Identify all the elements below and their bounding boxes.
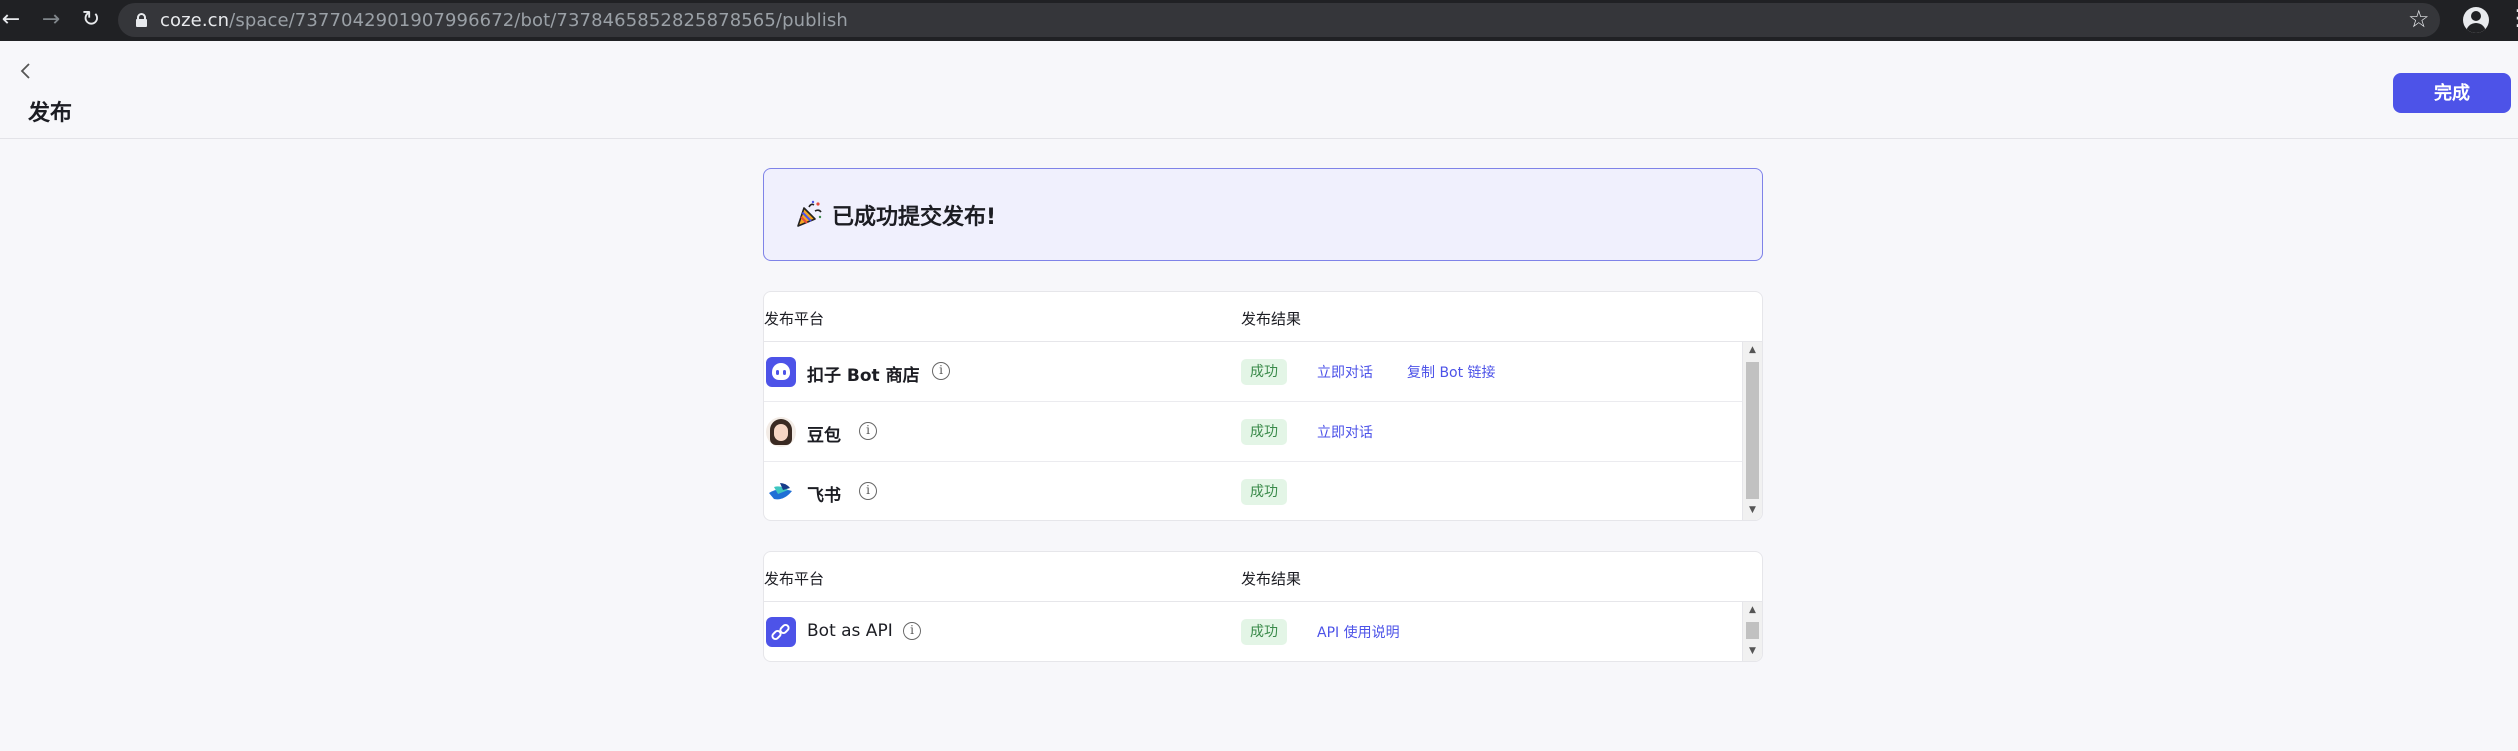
- api-docs-link[interactable]: API 使用说明: [1317, 622, 1400, 642]
- scroll-up-arrow-icon[interactable]: ▲: [1743, 345, 1762, 355]
- url-path: /space/7377042901907996672/bot/737846585…: [229, 10, 848, 31]
- lock-icon: [136, 13, 147, 27]
- api-platform-table: 发布平台 发布结果 Bot as API i 成功 API 使用说明 ▲ ▼: [763, 551, 1763, 662]
- table-header: 发布平台 发布结果: [764, 292, 1762, 342]
- table-row: 豆包 i 成功 立即对话: [764, 402, 1744, 462]
- url-host: coze.cn: [160, 10, 230, 31]
- table-header: 发布平台 发布结果: [764, 552, 1762, 602]
- forward-arrow-icon[interactable]: →: [38, 7, 64, 33]
- info-icon[interactable]: i: [859, 422, 877, 440]
- scrollbar-thumb[interactable]: [1746, 622, 1759, 639]
- page-title: 发布: [28, 101, 73, 126]
- vertical-scrollbar[interactable]: ▲ ▼: [1742, 602, 1762, 661]
- table-row: 扣子 Bot 商店 i 成功 立即对话 复制 Bot 链接: [764, 342, 1744, 402]
- info-icon[interactable]: i: [903, 622, 921, 640]
- copy-bot-link[interactable]: 复制 Bot 链接: [1407, 362, 1496, 382]
- chat-now-link[interactable]: 立即对话: [1317, 362, 1373, 382]
- browser-menu-icon[interactable]: ⋮: [2507, 6, 2518, 31]
- platform-name: 扣子 Bot 商店: [807, 366, 920, 386]
- vertical-scrollbar[interactable]: ▲ ▼: [1742, 342, 1762, 520]
- platform-name: 飞书: [807, 486, 841, 506]
- banner-message: 已成功提交发布!: [832, 205, 997, 230]
- doubao-avatar-icon: [766, 417, 796, 447]
- page-header: 发布 完成: [0, 41, 2518, 139]
- scroll-up-arrow-icon[interactable]: ▲: [1743, 605, 1762, 615]
- column-header-platform: 发布平台: [764, 310, 825, 328]
- back-chevron-icon[interactable]: [16, 61, 40, 85]
- status-badge: 成功: [1241, 479, 1287, 505]
- back-arrow-icon[interactable]: ←: [0, 7, 24, 33]
- status-badge: 成功: [1241, 419, 1287, 445]
- success-banner: 已成功提交发布!: [763, 168, 1763, 261]
- info-icon[interactable]: i: [859, 482, 877, 500]
- table-row: Bot as API i 成功 API 使用说明: [764, 602, 1744, 661]
- scroll-down-arrow-icon[interactable]: ▼: [1743, 646, 1762, 656]
- info-icon[interactable]: i: [932, 362, 950, 380]
- url-text[interactable]: coze.cn/space/7377042901907996672/bot/73…: [160, 10, 848, 31]
- browser-toolbar: ← → ↻ coze.cn/space/7377042901907996672/…: [0, 0, 2518, 41]
- platform-name: 豆包: [807, 426, 841, 446]
- address-bar[interactable]: coze.cn/space/7377042901907996672/bot/73…: [118, 3, 2440, 37]
- done-button[interactable]: 完成: [2393, 73, 2511, 113]
- profile-avatar-icon[interactable]: [2463, 7, 2489, 33]
- feishu-bird-icon: [766, 477, 796, 507]
- platform-name: Bot as API: [807, 621, 893, 641]
- reload-icon[interactable]: ↻: [78, 7, 104, 33]
- publish-platform-table: 发布平台 发布结果 扣子 Bot 商店 i 成功 立即对话 复制 Bot 链接 …: [763, 291, 1763, 521]
- column-header-result: 发布结果: [1241, 570, 1302, 588]
- status-badge: 成功: [1241, 359, 1287, 385]
- coze-store-icon: [766, 357, 796, 387]
- status-badge: 成功: [1241, 619, 1287, 645]
- table-row: 飞书 i 成功: [764, 462, 1744, 520]
- link-chain-icon: [766, 617, 796, 647]
- bookmark-star-icon[interactable]: ☆: [2408, 5, 2430, 33]
- scroll-down-arrow-icon[interactable]: ▼: [1743, 505, 1762, 515]
- scrollbar-thumb[interactable]: [1746, 362, 1759, 499]
- chat-now-link[interactable]: 立即对话: [1317, 422, 1373, 442]
- party-popper-icon: [794, 199, 824, 229]
- column-header-platform: 发布平台: [764, 570, 825, 588]
- column-header-result: 发布结果: [1241, 310, 1302, 328]
